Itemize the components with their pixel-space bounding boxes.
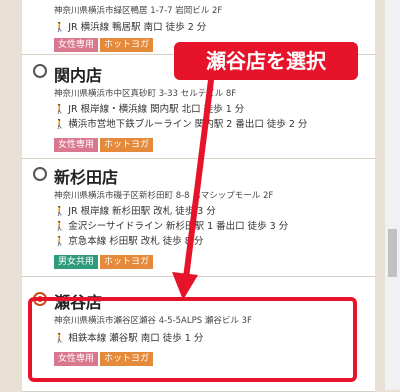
annotation-callout: 瀬谷店を選択 [174, 42, 358, 80]
